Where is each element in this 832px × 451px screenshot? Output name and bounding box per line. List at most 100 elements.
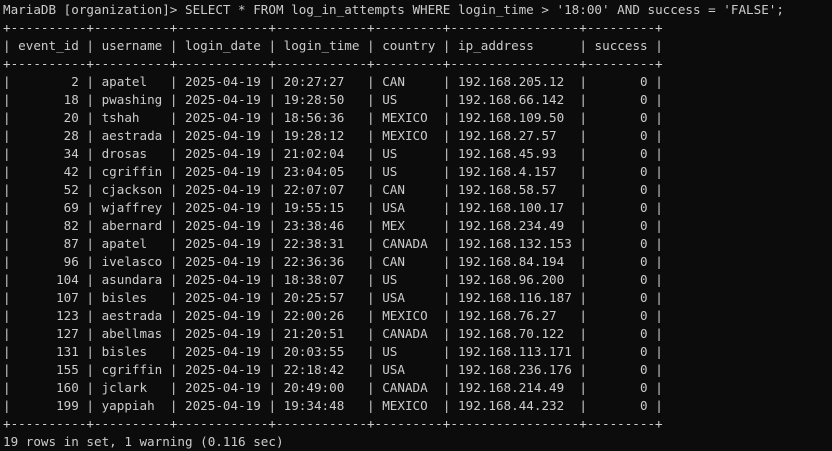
table-cell: 22:36:36 <box>276 254 368 269</box>
table-cell: 192.168.205.12 <box>450 74 580 89</box>
table-cell: MEXICO <box>374 128 443 143</box>
table-cell: 0 <box>586 236 656 251</box>
table-cell: US <box>374 164 443 179</box>
table-cell: 123 <box>10 308 87 323</box>
table-cell: 2025-04-19 <box>177 110 269 125</box>
table-cell: 192.168.234.49 <box>450 218 580 233</box>
table-cell: CANADA <box>374 326 443 341</box>
table-cell: 22:38:31 <box>276 236 368 251</box>
table-cell: 23:04:05 <box>276 164 368 179</box>
table-cell: cgriffin <box>94 362 170 377</box>
table-cell: 0 <box>586 380 656 395</box>
table-cell: abernard <box>94 218 170 233</box>
table-cell: 0 <box>586 308 656 323</box>
table-cell: 192.168.214.49 <box>450 380 580 395</box>
table-row: | 107 | bisles | 2025-04-19 | 20:25:57 |… <box>3 290 663 305</box>
table-cell: bisles <box>94 344 170 359</box>
table-cell: MEX <box>374 218 443 233</box>
table-cell: 22:00:26 <box>276 308 368 323</box>
table-cell: 82 <box>10 218 87 233</box>
table-cell: 69 <box>10 200 87 215</box>
table-border-bottom: +----------+----------+------------+----… <box>3 416 663 431</box>
table-cell: cgriffin <box>94 164 170 179</box>
table-cell: 192.168.45.93 <box>450 146 580 161</box>
column-header: country <box>374 38 443 53</box>
table-cell: aestrada <box>94 128 170 143</box>
table-cell: pwashing <box>94 92 170 107</box>
column-header: login_time <box>276 38 368 53</box>
table-cell: 192.168.66.142 <box>450 92 580 107</box>
table-row: | 42 | cgriffin | 2025-04-19 | 23:04:05 … <box>3 164 663 179</box>
result-status: 19 rows in set, 1 warning (0.116 sec) <box>3 434 284 449</box>
table-cell: 20:27:27 <box>276 74 368 89</box>
table-cell: CANADA <box>374 380 443 395</box>
table-row: | 20 | tshah | 2025-04-19 | 18:56:36 | M… <box>3 110 663 125</box>
table-row: | 52 | cjackson | 2025-04-19 | 22:07:07 … <box>3 182 663 197</box>
table-cell: drosas <box>94 146 170 161</box>
table-cell: 192.168.76.27 <box>450 308 580 323</box>
table-cell: MEXICO <box>374 110 443 125</box>
table-cell: abellmas <box>94 326 170 341</box>
table-cell: 0 <box>586 218 656 233</box>
table-cell: 0 <box>586 272 656 287</box>
column-header: success <box>586 38 656 53</box>
table-cell: 23:38:46 <box>276 218 368 233</box>
table-cell: 19:34:48 <box>276 398 368 413</box>
table-cell: 0 <box>586 128 656 143</box>
table-cell: 0 <box>586 146 656 161</box>
column-header: username <box>94 38 170 53</box>
table-cell: 192.168.116.187 <box>450 290 580 305</box>
table-cell: 87 <box>10 236 87 251</box>
table-cell: 18:38:07 <box>276 272 368 287</box>
table-cell: 2025-04-19 <box>177 254 269 269</box>
table-cell: 0 <box>586 344 656 359</box>
column-header: login_date <box>177 38 269 53</box>
table-cell: 22:07:07 <box>276 182 368 197</box>
table-row: | 131 | bisles | 2025-04-19 | 20:03:55 |… <box>3 344 663 359</box>
table-cell: 127 <box>10 326 87 341</box>
table-cell: 2025-04-19 <box>177 398 269 413</box>
table-cell: 0 <box>586 326 656 341</box>
table-cell: US <box>374 92 443 107</box>
table-row: | 199 | yappiah | 2025-04-19 | 19:34:48 … <box>3 398 663 413</box>
table-cell: 19:28:12 <box>276 128 368 143</box>
table-cell: 52 <box>10 182 87 197</box>
table-cell: 0 <box>586 74 656 89</box>
table-cell: bisles <box>94 290 170 305</box>
table-border-header: +----------+----------+------------+----… <box>3 56 663 71</box>
table-cell: 192.168.96.200 <box>450 272 580 287</box>
column-header: event_id <box>10 38 87 53</box>
table-cell: 2025-04-19 <box>177 164 269 179</box>
table-cell: 192.168.44.232 <box>450 398 580 413</box>
table-cell: aestrada <box>94 308 170 323</box>
table-cell: 20:49:00 <box>276 380 368 395</box>
table-cell: CAN <box>374 74 443 89</box>
table-cell: wjaffrey <box>94 200 170 215</box>
table-cell: tshah <box>94 110 170 125</box>
table-row: | 123 | aestrada | 2025-04-19 | 22:00:26… <box>3 308 663 323</box>
table-cell: USA <box>374 362 443 377</box>
table-row: | 160 | jclark | 2025-04-19 | 20:49:00 |… <box>3 380 663 395</box>
table-cell: 34 <box>10 146 87 161</box>
table-cell: 42 <box>10 164 87 179</box>
terminal-window[interactable]: MariaDB [organization]> SELECT * FROM lo… <box>0 0 832 449</box>
table-cell: 0 <box>586 290 656 305</box>
table-cell: 2025-04-19 <box>177 308 269 323</box>
table-cell: 192.168.113.171 <box>450 344 580 359</box>
table-cell: 2025-04-19 <box>177 344 269 359</box>
table-cell: 2025-04-19 <box>177 200 269 215</box>
table-header-row: | event_id | username | login_date | log… <box>3 38 663 53</box>
table-cell: 192.168.109.50 <box>450 110 580 125</box>
table-cell: CAN <box>374 254 443 269</box>
table-row: | 2 | apatel | 2025-04-19 | 20:27:27 | C… <box>3 74 663 89</box>
table-cell: 0 <box>586 254 656 269</box>
table-cell: 18 <box>10 92 87 107</box>
table-cell: 2025-04-19 <box>177 182 269 197</box>
table-cell: 192.168.27.57 <box>450 128 580 143</box>
table-cell: 160 <box>10 380 87 395</box>
table-cell: 2025-04-19 <box>177 92 269 107</box>
table-cell: MEXICO <box>374 398 443 413</box>
table-row: | 104 | asundara | 2025-04-19 | 18:38:07… <box>3 272 663 287</box>
table-cell: 2025-04-19 <box>177 290 269 305</box>
table-row: | 34 | drosas | 2025-04-19 | 21:02:04 | … <box>3 146 663 161</box>
